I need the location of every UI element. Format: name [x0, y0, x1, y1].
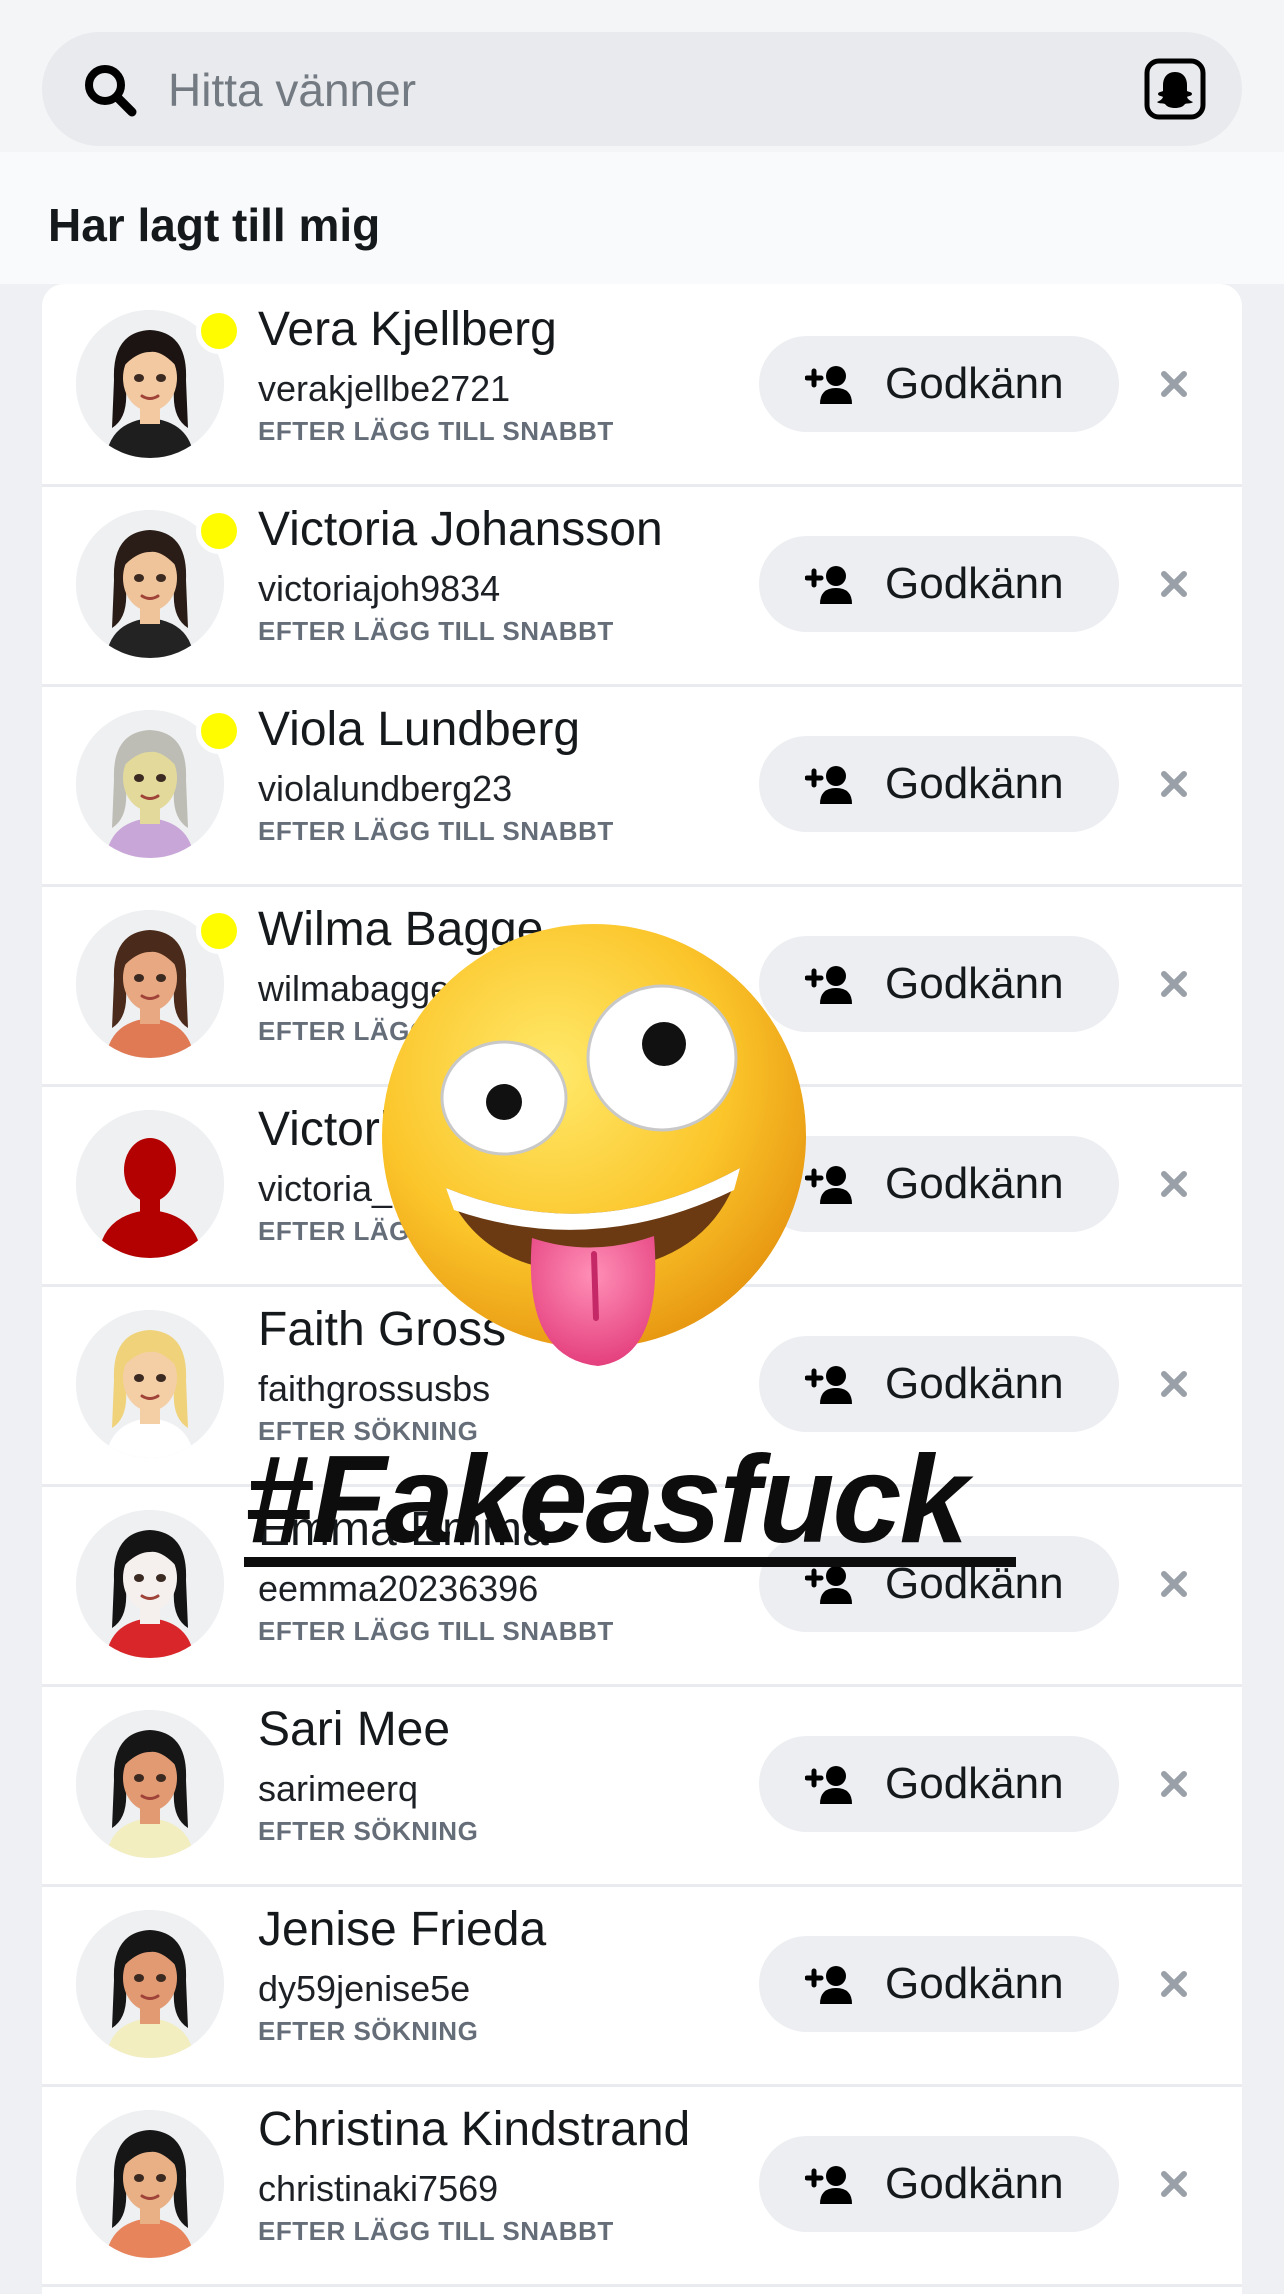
avatar[interactable] [76, 1910, 224, 2058]
added-via-label: EFTER SÖKNING [258, 1816, 479, 1846]
close-icon[interactable] [1154, 1364, 1194, 1404]
online-status-dot [196, 708, 242, 754]
added-via-label: EFTER LÄGG TILL SNABBT [258, 816, 614, 846]
added-via-label: EFTER SÖKNING [258, 2016, 479, 2046]
add-friend-icon [805, 966, 852, 1004]
friend-request-row[interactable]: Victoria Johansson victoriajoh9834 EFTER L… [42, 484, 1242, 687]
friend-username: verakjellbe2721 [258, 368, 511, 409]
accept-label: Godkänn [885, 959, 1064, 1008]
online-status-dot [196, 508, 242, 554]
add-friend-icon [805, 1766, 852, 1804]
search-bar[interactable]: Hitta vänner [42, 32, 1242, 146]
avatar[interactable] [76, 1310, 224, 1458]
friend-username: eemma20236396 [258, 1568, 539, 1609]
added-via-label: EFTER LÄGG TILL SNABBT [258, 416, 614, 446]
added-via-label: EFTER LÄGG TILL SNABBT [258, 616, 614, 646]
add-friend-icon [805, 366, 852, 404]
accept-button[interactable]: Godkänn [759, 1336, 1119, 1432]
friend-name[interactable]: Christina Kindstrand [258, 2102, 690, 2157]
online-status-dot [196, 308, 242, 354]
friend-name[interactable]: Viola Lundberg [258, 702, 580, 757]
added-via-label: EFTER LÄGG TILL SNABBT [258, 1616, 614, 1646]
add-friend-icon [805, 766, 852, 804]
avatar[interactable] [76, 1710, 224, 1858]
friend-request-row[interactable]: Christina Kindstrand christinaki7569 EFTER… [42, 2084, 1242, 2287]
accept-label: Godkänn [885, 1359, 1064, 1408]
section-title: Har lagt till mig [48, 199, 381, 251]
accept-label: Godkänn [885, 2159, 1064, 2208]
add-friend-icon [805, 1366, 852, 1404]
friend-name[interactable]: Jenise Frieda [258, 1902, 546, 1957]
friend-request-row[interactable]: Viola Lundberg violalundberg23 EFTER LÄGG … [42, 684, 1242, 887]
add-friend-icon [805, 1166, 852, 1204]
friend-request-row[interactable]: Jenise Frieda dy59jenise5e EFTER SÖKNING Go… [42, 1884, 1242, 2087]
close-icon[interactable] [1154, 364, 1194, 404]
added-via-label: EFTER LÄGG TILL SNABBT [258, 2216, 614, 2246]
friend-username: victoriajoh9834 [258, 568, 501, 609]
friend-username: violalundberg23 [258, 768, 513, 809]
close-icon[interactable] [1154, 1964, 1194, 2004]
close-icon[interactable] [1154, 1564, 1194, 1604]
friend-request-row[interactable]: Vera Kjellberg verakjellbe2721 EFTER LÄGG … [42, 284, 1242, 487]
close-icon[interactable] [1154, 764, 1194, 804]
close-icon[interactable] [1154, 564, 1194, 604]
section-header: Har lagt till mig [0, 152, 1284, 284]
friend-username: sarimeerq [258, 1768, 419, 1809]
accept-button[interactable]: Godkänn [759, 1936, 1119, 2032]
search-placeholder: Hitta vänner [168, 64, 417, 116]
friend-username: faithgrossusbs [258, 1368, 491, 1409]
accept-button[interactable]: Godkänn [759, 1136, 1119, 1232]
zany-face-emoji [382, 924, 806, 1366]
accept-label: Godkänn [885, 559, 1064, 608]
add-friend-icon [805, 1966, 852, 2004]
accept-button[interactable]: Godkänn [759, 536, 1119, 632]
accept-button[interactable]: Godkänn [759, 936, 1119, 1032]
accept-label: Godkänn [885, 1959, 1064, 2008]
online-status-dot [196, 908, 242, 954]
top-bar: Hitta vänner [0, 0, 1284, 152]
friend-request-row[interactable]: Sari Mee sarimeerq EFTER SÖKNING Godkänn [42, 1684, 1242, 1887]
accept-label: Godkänn [885, 759, 1064, 808]
close-icon[interactable] [1154, 2164, 1194, 2204]
friend-name[interactable]: Sari Mee [258, 1702, 450, 1757]
add-friend-icon [805, 1566, 852, 1604]
bitmoji-ghost-icon[interactable] [1144, 58, 1206, 120]
accept-label: Godkänn [885, 1759, 1064, 1808]
accept-label: Godkänn [885, 1159, 1064, 1208]
avatar[interactable] [76, 1110, 224, 1258]
add-friend-icon [805, 566, 852, 604]
avatar[interactable] [76, 2110, 224, 2258]
search-icon [85, 65, 137, 117]
friend-username: christinaki7569 [258, 2168, 499, 2209]
friend-name[interactable]: Victoria Johansson [258, 502, 663, 557]
avatar[interactable] [76, 1510, 224, 1658]
close-icon[interactable] [1154, 964, 1194, 1004]
overlay-underline [244, 1557, 1016, 1567]
close-icon[interactable] [1154, 1764, 1194, 1804]
add-friend-icon [805, 2166, 852, 2204]
overlay-hashtag-text: #Fakeasfuck [244, 1431, 968, 1569]
close-icon[interactable] [1154, 1164, 1194, 1204]
accept-button[interactable]: Godkänn [759, 1736, 1119, 1832]
accept-button[interactable]: Godkänn [759, 336, 1119, 432]
friend-name[interactable]: Vera Kjellberg [258, 302, 557, 357]
friend-username: dy59jenise5e [258, 1968, 471, 2009]
accept-button[interactable]: Godkänn [759, 2136, 1119, 2232]
accept-button[interactable]: Godkänn [759, 736, 1119, 832]
accept-label: Godkänn [885, 359, 1064, 408]
